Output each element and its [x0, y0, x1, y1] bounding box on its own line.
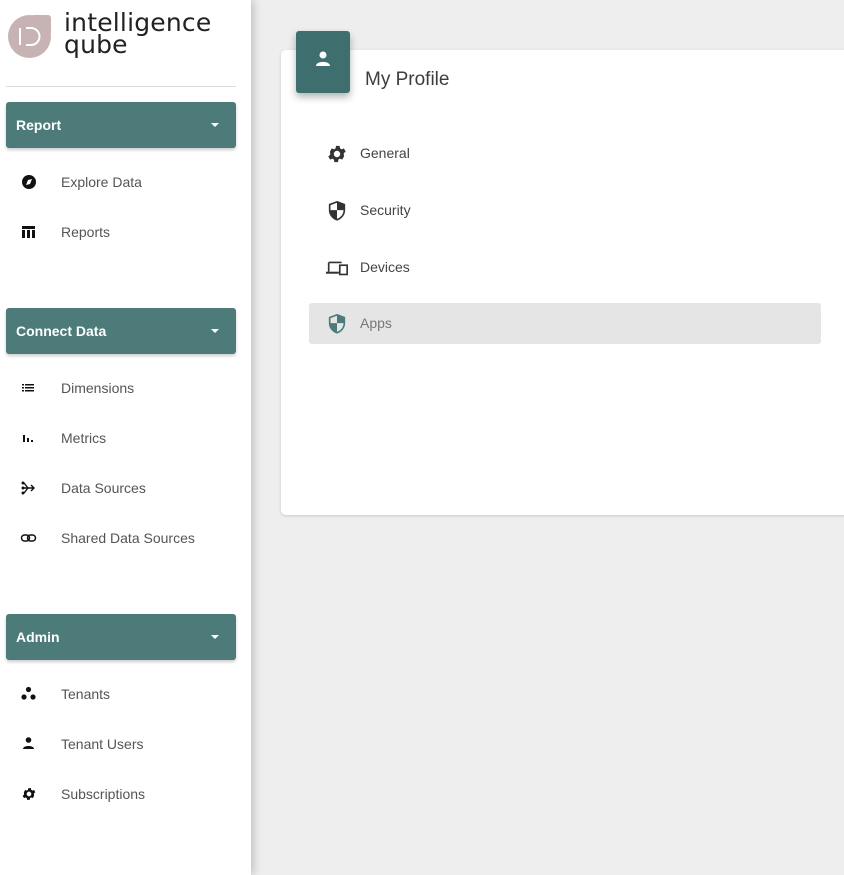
profile-menu-label: Apps — [360, 315, 392, 331]
logo[interactable]: intelligence qube — [8, 10, 244, 72]
nav-item-explore-data[interactable]: Explore Data — [6, 162, 236, 202]
sidebar: intelligence qube Report Explore Data Re… — [0, 0, 251, 875]
section-title: Admin — [16, 629, 60, 645]
section-header-admin[interactable]: Admin — [6, 614, 236, 660]
profile-menu-security[interactable]: Security — [309, 190, 821, 231]
link-icon — [20, 530, 38, 546]
logo-text-line2: qube — [64, 30, 128, 59]
group-icon — [20, 686, 38, 702]
page-title: My Profile — [365, 69, 450, 90]
nav-item-label: Dimensions — [61, 380, 135, 396]
gear-icon — [20, 786, 38, 802]
nav-item-tenant-users[interactable]: Tenant Users — [6, 724, 236, 764]
section-header-report[interactable]: Report — [6, 102, 236, 148]
nav-item-reports[interactable]: Reports — [6, 212, 236, 252]
nav-item-label: Tenants — [61, 686, 111, 702]
section-title: Report — [16, 117, 62, 133]
caret-down-icon — [211, 329, 219, 333]
profile-menu-general[interactable]: General — [309, 133, 821, 174]
nav-item-label: Tenant Users — [61, 736, 144, 752]
nav-item-dimensions[interactable]: Dimensions — [6, 368, 236, 408]
devices-icon — [325, 257, 349, 279]
profile-menu-label: General — [360, 145, 410, 161]
logo-mark-icon — [8, 15, 51, 58]
divider — [6, 86, 236, 87]
table-icon — [20, 224, 38, 240]
nav-item-tenants[interactable]: Tenants — [6, 674, 236, 714]
nav-item-label: Reports — [61, 224, 111, 240]
nav-item-label: Data Sources — [61, 480, 146, 496]
nav-item-shared-data-sources[interactable]: Shared Data Sources — [6, 518, 236, 558]
section-header-connect-data[interactable]: Connect Data — [6, 308, 236, 354]
person-icon — [20, 736, 38, 752]
profile-header-icon — [296, 31, 350, 93]
profile-menu-devices[interactable]: Devices — [309, 247, 821, 288]
section-title: Connect Data — [16, 323, 107, 339]
profile-menu-label: Security — [360, 202, 411, 218]
bar-chart-icon — [20, 430, 38, 446]
data-flow-icon — [20, 480, 38, 496]
nav-item-label: Subscriptions — [61, 786, 146, 802]
shield-check-icon — [325, 313, 349, 335]
profile-menu-label: Devices — [360, 259, 410, 275]
nav-item-label: Metrics — [61, 430, 107, 446]
caret-down-icon — [211, 123, 219, 127]
nav-item-label: Shared Data Sources — [61, 530, 195, 546]
shield-icon — [325, 200, 349, 222]
nav-item-data-sources[interactable]: Data Sources — [6, 468, 236, 508]
logo-text: intelligence qube — [64, 10, 211, 59]
list-icon — [20, 380, 38, 396]
profile-menu-apps[interactable]: Apps — [309, 303, 821, 344]
gear-icon — [325, 143, 349, 165]
caret-down-icon — [211, 635, 219, 639]
nav-item-label: Explore Data — [61, 174, 142, 190]
compass-icon — [20, 174, 38, 190]
nav-item-metrics[interactable]: Metrics — [6, 418, 236, 458]
nav-item-subscriptions[interactable]: Subscriptions — [6, 774, 236, 814]
